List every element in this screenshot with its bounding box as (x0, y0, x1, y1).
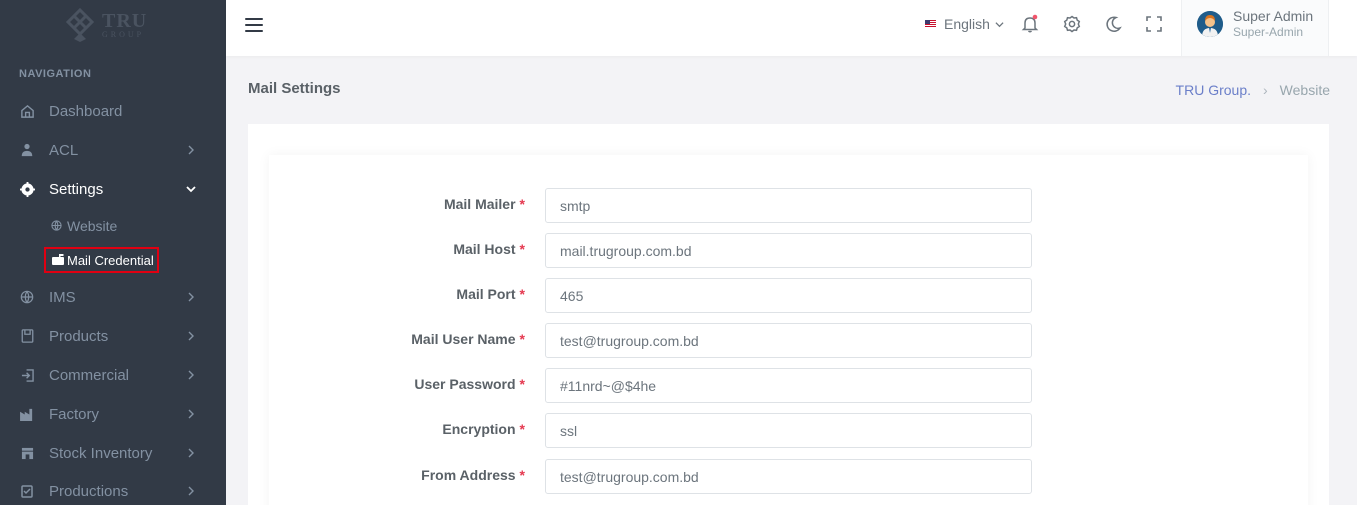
chevron-down-icon (186, 186, 196, 193)
breadcrumb-current: Website (1279, 82, 1330, 98)
login-icon (19, 367, 35, 383)
logo-mark-icon (62, 7, 98, 43)
logo-title: TRU (102, 10, 148, 32)
user-role: Super-Admin (1233, 25, 1304, 39)
sidebar-item-label: Products (49, 327, 109, 345)
field-label-user-password: User Password * (414, 376, 525, 392)
sidebar-item-label: Stock Inventory (49, 444, 153, 462)
language-selector[interactable]: English (925, 16, 1004, 32)
mail-user-name-input[interactable] (545, 323, 1032, 358)
user-menu[interactable]: Super Admin Super-Admin (1181, 0, 1329, 56)
gear-icon (19, 181, 35, 197)
sidebar-item-productions[interactable]: Productions (0, 476, 226, 505)
sidebar-item-ims[interactable]: IMS (0, 282, 226, 312)
chevron-right-icon (188, 145, 194, 155)
topbar: English Super Admin Super-Admin (226, 0, 1357, 56)
language-label: English (944, 16, 990, 32)
chevron-right-icon (188, 292, 194, 302)
sidebar-item-stock-inventory[interactable]: Stock Inventory (0, 438, 226, 468)
settings-gear-icon[interactable] (1062, 14, 1082, 34)
chevron-right-icon (188, 331, 194, 341)
sidebar: TRU GROUP NAVIGATION Dashboard ACL Setti… (0, 0, 226, 505)
user-icon (19, 142, 35, 158)
field-label-encryption: Encryption * (442, 421, 525, 437)
field-label-mail-port: Mail Port * (456, 286, 525, 302)
home-icon (19, 103, 35, 119)
breadcrumb-link[interactable]: TRU Group. (1176, 82, 1251, 98)
chevron-down-icon (995, 21, 1004, 27)
from-address-input[interactable] (545, 459, 1032, 494)
store-icon (19, 445, 35, 461)
sidebar-item-label: ACL (49, 141, 79, 159)
field-label-mail-user-name: Mail User Name * (411, 331, 525, 347)
mail-mailer-input[interactable] (545, 188, 1032, 223)
logo-subtitle: GROUP (102, 30, 145, 39)
chevron-right-icon (188, 370, 194, 380)
page-title: Mail Settings (248, 80, 341, 97)
sidebar-subitem-label: Website (67, 218, 118, 234)
moon-icon[interactable] (1103, 14, 1123, 34)
box-icon (19, 328, 35, 344)
sidebar-subitem-label: Mail Credential (67, 252, 154, 268)
field-label-from-address: From Address * (421, 467, 525, 483)
sidebar-item-acl[interactable]: ACL (0, 135, 226, 165)
mailbox-icon (52, 254, 64, 266)
globe-icon (19, 289, 35, 305)
sidebar-item-label: Factory (49, 405, 100, 423)
user-password-input[interactable] (545, 368, 1032, 403)
nav-section-title: NAVIGATION (19, 68, 92, 80)
logo[interactable]: TRU GROUP (62, 6, 157, 44)
sidebar-subitem-mail-credential[interactable]: Mail Credential (44, 247, 159, 273)
factory-icon (19, 406, 35, 422)
globe-icon (51, 220, 63, 232)
mail-port-input[interactable] (545, 278, 1032, 313)
user-name: Super Admin (1233, 8, 1314, 24)
sidebar-item-label: Commercial (49, 366, 130, 384)
chevron-right-icon (188, 409, 194, 419)
field-label-mail-mailer: Mail Mailer * (443, 196, 525, 212)
sidebar-item-label: Dashboard (49, 102, 123, 120)
avatar (1197, 11, 1223, 37)
clipboard-icon (19, 483, 35, 499)
encryption-input[interactable] (545, 413, 1032, 448)
chevron-right-icon (188, 448, 194, 458)
sidebar-subitem-website[interactable]: Website (51, 217, 117, 235)
fullscreen-icon[interactable] (1144, 14, 1164, 34)
sidebar-item-label: Productions (49, 482, 129, 500)
sidebar-item-label: IMS (49, 288, 76, 306)
sidebar-item-label: Settings (49, 180, 104, 198)
breadcrumb-separator-icon: › (1263, 82, 1268, 98)
bell-icon[interactable] (1020, 14, 1040, 34)
chevron-right-icon (188, 486, 194, 496)
menu-toggle-icon[interactable] (245, 18, 263, 32)
sidebar-item-products[interactable]: Products (0, 321, 226, 351)
sidebar-item-commercial[interactable]: Commercial (0, 360, 226, 390)
sidebar-item-factory[interactable]: Factory (0, 399, 226, 429)
us-flag-icon (925, 20, 936, 28)
mail-host-input[interactable] (545, 233, 1032, 268)
field-label-mail-host: Mail Host * (453, 241, 525, 257)
sidebar-item-dashboard[interactable]: Dashboard (0, 96, 226, 126)
breadcrumb: TRU Group. › Website (1176, 82, 1330, 98)
sidebar-item-settings[interactable]: Settings (0, 174, 226, 204)
